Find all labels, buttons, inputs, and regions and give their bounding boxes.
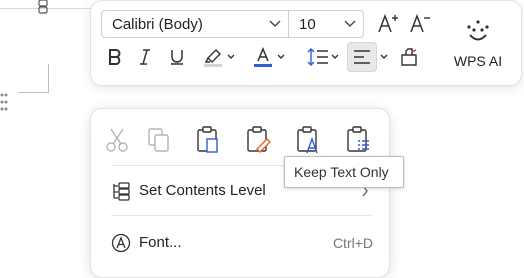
paste-keep-text-only-icon	[297, 126, 318, 154]
floating-format-toolbar: Calibri (Body) 10 WPS AI	[90, 0, 522, 86]
shrink-font-button[interactable]	[407, 10, 433, 38]
bold-button[interactable]	[103, 43, 127, 71]
font-size-select[interactable]: 10	[288, 10, 364, 38]
grow-font-icon	[378, 13, 398, 33]
chevron-down-icon	[277, 54, 285, 59]
tooltip: Keep Text Only	[284, 156, 404, 188]
chevron-down-icon	[380, 54, 388, 59]
page-margin-corner	[18, 64, 49, 93]
font-name-value: Calibri (Body)	[112, 16, 203, 33]
table-handle-icon[interactable]	[38, 0, 48, 14]
shrink-font-icon	[410, 13, 430, 33]
clear-format-button[interactable]	[397, 43, 421, 71]
paste-keep-formatting-button[interactable]	[193, 125, 223, 155]
highlighter-icon	[204, 49, 222, 67]
font-size-value: 10	[299, 16, 316, 33]
paste-keep-formatting-icon	[197, 126, 218, 153]
paste-merge-formatting-icon	[247, 126, 271, 153]
grow-font-button[interactable]	[375, 10, 401, 38]
paste-list-icon	[347, 126, 369, 152]
contents-level-icon	[113, 182, 130, 201]
align-left-icon	[354, 50, 370, 64]
underline-button[interactable]	[165, 43, 189, 71]
wps-ai-smile-icon	[467, 20, 489, 41]
line-spacing-icon	[307, 48, 328, 66]
paste-merge-formatting-button[interactable]	[243, 125, 273, 155]
menu-item-label: Font...	[139, 234, 182, 251]
copy-icon	[148, 128, 169, 152]
paste-list-button[interactable]	[343, 125, 373, 155]
context-menu: Set Contents Level Font... Ctrl+D	[90, 108, 390, 278]
chevron-down-icon	[227, 54, 235, 59]
font-color-button[interactable]	[249, 43, 289, 71]
copy-button[interactable]	[145, 125, 175, 155]
paste-keep-text-only-button[interactable]	[293, 125, 323, 155]
menu-item-font[interactable]: Font... Ctrl+D	[91, 225, 389, 261]
font-icon	[111, 233, 131, 253]
menu-item-label: Set Contents Level	[139, 182, 266, 199]
align-left-button[interactable]	[347, 42, 377, 72]
line-spacing-button[interactable]	[303, 43, 343, 71]
chevron-down-icon	[331, 54, 339, 59]
align-options-dropdown[interactable]	[377, 43, 391, 71]
tooltip-text: Keep Text Only	[294, 164, 389, 180]
menu-item-shortcut: Ctrl+D	[332, 235, 373, 251]
underline-icon	[171, 50, 183, 65]
chevron-down-icon	[269, 20, 281, 27]
chevron-down-icon	[344, 20, 356, 27]
page-boundary-line	[0, 8, 96, 9]
cut-icon	[106, 128, 128, 152]
bold-icon	[109, 49, 121, 65]
font-name-select[interactable]: Calibri (Body)	[101, 10, 289, 38]
font-color-icon	[254, 47, 272, 67]
drag-handle-icon[interactable]	[0, 92, 8, 112]
cut-button[interactable]	[103, 125, 133, 155]
wps-ai-button[interactable]: WPS AI	[443, 19, 513, 75]
wps-ai-label: WPS AI	[453, 53, 503, 69]
menu-separator	[111, 215, 373, 216]
italic-button[interactable]	[133, 43, 157, 71]
highlight-color-button[interactable]	[199, 43, 239, 71]
eraser-icon	[401, 48, 417, 66]
italic-icon	[140, 49, 150, 65]
